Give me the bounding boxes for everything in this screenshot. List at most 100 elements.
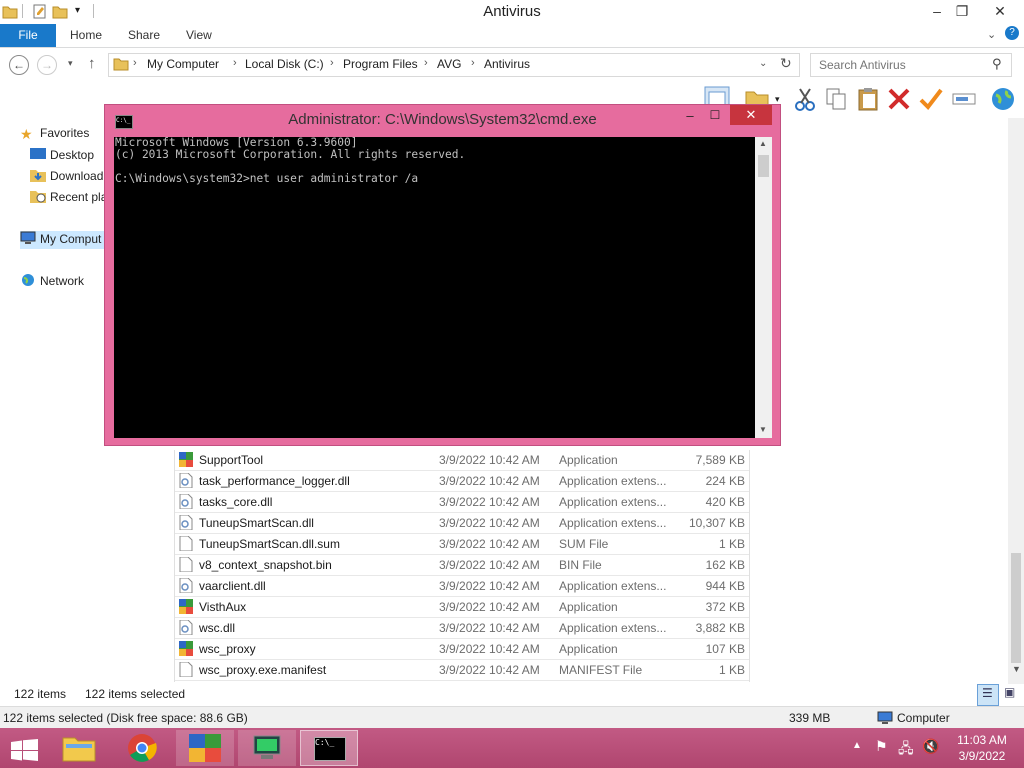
chrome-app[interactable] (113, 730, 171, 766)
file-size: 372 KB (705, 600, 745, 614)
breadcrumb-program-files[interactable]: Program Files (343, 57, 418, 71)
paste-icon[interactable] (855, 86, 881, 112)
cmd-close-button[interactable]: ✕ (730, 105, 772, 125)
file-row[interactable]: TuneupSmartScan.dll.sum 3/9/2022 10:42 AM… (175, 534, 749, 555)
file-row[interactable]: wsc_proxy 3/9/2022 10:42 AM Application 107… (175, 639, 749, 660)
expand-ribbon-icon[interactable]: ⌄ (987, 28, 996, 41)
item-count: 122 items (14, 687, 67, 701)
cmd-app[interactable]: C:\_ (300, 730, 358, 766)
file-name: SupportTool (199, 453, 264, 467)
file-date: 3/9/2022 10:42 AM (439, 474, 540, 488)
breadcrumb-my-computer[interactable]: My Computer (147, 57, 219, 71)
cmd-maximize-button[interactable]: ☐ (704, 108, 726, 126)
file-list-scrollbar[interactable]: ▼ (1008, 118, 1024, 684)
close-button[interactable]: ✕ (985, 0, 1015, 22)
nav-network[interactable]: Network (20, 273, 84, 291)
explorer-title-bar[interactable]: ▾ Antivirus – ❐ ✕ (0, 0, 1024, 24)
file-type: Application extens... (559, 495, 667, 509)
file-row[interactable]: wsc.dll 3/9/2022 10:42 AM Application exte… (175, 618, 749, 639)
tab-file[interactable]: File (0, 24, 56, 47)
file-name: wsc.dll (199, 621, 236, 635)
delete-icon[interactable] (886, 86, 912, 112)
show-hidden-icons-icon[interactable]: ▲ (852, 740, 862, 751)
remote-desktop-app[interactable] (238, 730, 296, 766)
clock-time: 11:03 AM (957, 733, 1007, 747)
scroll-down-arrow-icon[interactable]: ▼ (1012, 664, 1021, 674)
address-bar[interactable]: › My Computer › Local Disk (C:) › Progra… (108, 53, 800, 77)
copy-icon[interactable] (823, 86, 849, 112)
file-row[interactable]: tasks_core.dll 3/9/2022 10:42 AM Applicati… (175, 492, 749, 513)
file-row[interactable]: SupportTool 3/9/2022 10:42 AM Application 7… (175, 450, 749, 471)
scrollbar-thumb[interactable] (1011, 553, 1021, 663)
dll-icon (179, 578, 193, 593)
clock[interactable]: 11:03 AM 3/9/2022 (950, 732, 1014, 764)
file-row[interactable]: task_performance_logger.dll 3/9/2022 10:4… (175, 471, 749, 492)
volume-muted-icon[interactable]: 🔇 (922, 738, 939, 755)
details-view-button[interactable]: ☰ (977, 684, 999, 706)
cmd-scrollbar[interactable]: ▲ ▼ (755, 137, 772, 438)
search-input[interactable] (817, 57, 991, 73)
help-icon[interactable]: ? (1005, 26, 1019, 40)
cmd-scroll-up-icon[interactable]: ▲ (759, 139, 767, 148)
file-size: 7,589 KB (695, 453, 745, 467)
breadcrumb-local-disk[interactable]: Local Disk (C:) (245, 57, 324, 71)
avg-app-icon (179, 641, 193, 656)
large-icons-view-button[interactable]: ▣ (1001, 685, 1019, 703)
recent-locations-icon[interactable]: ▾ (68, 58, 73, 69)
file-explorer-app[interactable] (50, 730, 108, 766)
cmd-scroll-down-icon[interactable]: ▼ (759, 425, 767, 434)
file-row[interactable]: vaarclient.dll 3/9/2022 10:42 AM Applicati… (175, 576, 749, 597)
cut-icon[interactable] (792, 86, 818, 112)
nav-recent-places[interactable]: Recent pla (30, 189, 107, 207)
file-row[interactable]: wsc_proxy.exe.manifest 3/9/2022 10:42 AM M… (175, 660, 749, 681)
checkmark-icon[interactable] (918, 86, 944, 112)
cmd-scrollbar-thumb[interactable] (758, 155, 769, 177)
file-name: v8_context_snapshot.bin (199, 558, 332, 572)
cmd-window[interactable]: C:\_ Administrator: C:\Windows\System32\… (104, 104, 781, 446)
file-date: 3/9/2022 10:42 AM (439, 642, 540, 656)
search-box[interactable]: ⚲ (810, 53, 1012, 77)
navigation-bar: ← → ▾ ↑ › My Computer › Local Disk (C:) … (0, 48, 1024, 82)
file-type: Application (559, 600, 618, 614)
file-row[interactable]: v8_context_snapshot.bin 3/9/2022 10:42 AM… (175, 555, 749, 576)
file-date: 3/9/2022 10:42 AM (439, 516, 540, 530)
file-row[interactable]: VisthAux 3/9/2022 10:42 AM Application 372 … (175, 597, 749, 618)
folder-icon (113, 58, 129, 71)
network-status-icon[interactable]: 🖧 (898, 738, 914, 762)
cmd-console[interactable]: Microsoft Windows [Version 6.3.9600] (c)… (114, 137, 755, 438)
back-button[interactable]: ← (9, 55, 29, 75)
tab-home[interactable]: Home (70, 24, 102, 47)
tab-share[interactable]: Share (128, 24, 160, 47)
rename-icon[interactable] (951, 86, 977, 112)
cmd-minimize-button[interactable]: – (679, 108, 701, 126)
file-date: 3/9/2022 10:42 AM (439, 579, 540, 593)
nav-desktop[interactable]: Desktop (30, 147, 94, 165)
globe-icon[interactable] (990, 86, 1016, 112)
file-icon (179, 557, 193, 572)
start-button[interactable] (0, 730, 48, 766)
address-history-icon[interactable]: ⌄ (759, 58, 767, 69)
network-icon (22, 274, 34, 286)
action-center-icon[interactable]: ⚑ (875, 738, 888, 755)
nav-downloads[interactable]: Download (30, 168, 103, 186)
forward-button[interactable]: → (37, 55, 57, 75)
avg-app-icon (179, 452, 193, 467)
selected-count: 122 items selected (85, 687, 186, 701)
restore-button[interactable]: ❐ (947, 0, 977, 22)
file-type: Application extens... (559, 474, 667, 488)
avg-app[interactable] (176, 730, 234, 766)
file-type: Application extens... (559, 579, 667, 593)
up-arrow-icon[interactable]: ↑ (88, 55, 96, 72)
file-name: VisthAux (199, 600, 247, 614)
file-row[interactable]: TuneupSmartScan.dll 3/9/2022 10:42 AM Appl… (175, 513, 749, 534)
file-date: 3/9/2022 10:42 AM (439, 558, 540, 572)
tab-view[interactable]: View (186, 24, 212, 47)
breadcrumb-antivirus[interactable]: Antivirus (484, 57, 530, 71)
file-name: vaarclient.dll (199, 579, 266, 593)
breadcrumb-avg[interactable]: AVG (437, 57, 461, 71)
avg-app-icon (179, 599, 193, 614)
refresh-icon[interactable]: ↻ (780, 55, 792, 72)
nav-favorites[interactable]: ★ Favorites (20, 126, 89, 144)
nav-my-computer[interactable]: My Comput (20, 231, 105, 249)
search-icon[interactable]: ⚲ (992, 56, 1002, 72)
